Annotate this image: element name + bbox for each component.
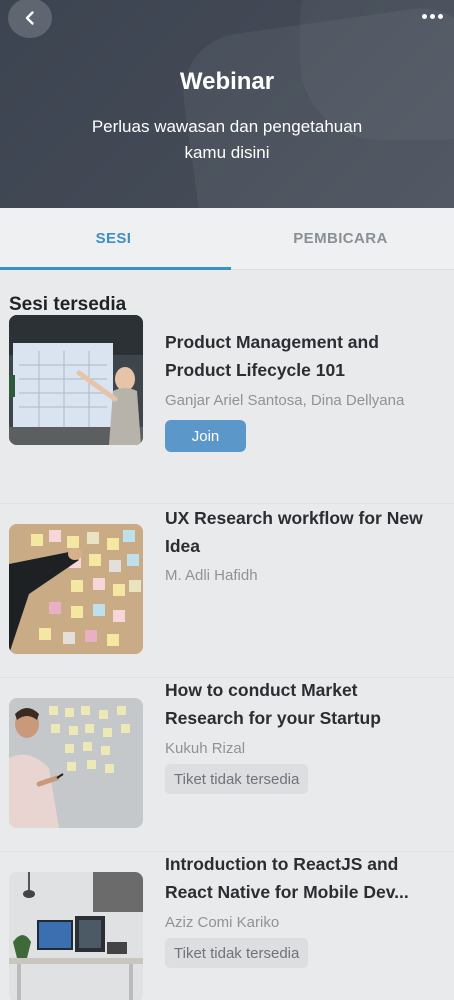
chevron-left-icon bbox=[25, 11, 34, 25]
subtitle-line: Perluas wawasan dan pengetahuan bbox=[91, 117, 363, 136]
back-button[interactable] bbox=[8, 0, 52, 38]
session-title-line: Introduction to ReactJS and bbox=[165, 854, 399, 874]
session-title-line: Idea bbox=[165, 536, 201, 556]
page-title: Webinar bbox=[179, 68, 275, 95]
session-title[interactable]: Introduction to ReactJS and React Native… bbox=[165, 850, 442, 906]
more-horizontal-icon bbox=[437, 13, 443, 19]
session-thumbnail bbox=[9, 315, 143, 445]
tab-pembicara[interactable]: PEMBICARA bbox=[227, 208, 454, 269]
session-card[interactable]: How to conduct Market Research for your … bbox=[0, 678, 454, 852]
join-button[interactable]: Join bbox=[165, 420, 246, 452]
session-thumbnail bbox=[9, 698, 143, 828]
subtitle-line: kamu disini bbox=[184, 143, 270, 162]
active-tab-indicator bbox=[0, 267, 231, 270]
session-card[interactable]: Product Management and Product Lifecycle… bbox=[0, 315, 454, 504]
ticket-unavailable-badge: Tiket tidak tersedia bbox=[165, 938, 309, 968]
session-thumbnail bbox=[9, 524, 143, 654]
session-title-line: UX Research workflow for New bbox=[165, 508, 423, 528]
more-horizontal-icon bbox=[421, 13, 427, 19]
session-card[interactable]: UX Research workflow for New Idea M. Adl… bbox=[0, 504, 454, 678]
session-title[interactable]: UX Research workflow for New Idea bbox=[165, 504, 442, 560]
session-title[interactable]: How to conduct Market Research for your … bbox=[165, 676, 442, 732]
session-card[interactable]: Introduction to ReactJS and React Native… bbox=[0, 852, 454, 1000]
session-title-line: How to conduct Market bbox=[165, 680, 358, 700]
tab-sesi[interactable]: SESI bbox=[0, 208, 227, 269]
session-speakers: M. Adli Hafidh bbox=[165, 567, 258, 584]
tab-bar: SESI PEMBICARA bbox=[0, 208, 454, 270]
more-options-button[interactable] bbox=[414, 6, 450, 26]
session-speakers: Ganjar Ariel Santosa, Dina Dellyana bbox=[165, 392, 405, 409]
header: Webinar Perluas wawasan dan pengetahuan … bbox=[0, 0, 454, 208]
session-title-line: Product Lifecycle 101 bbox=[165, 360, 345, 380]
session-speakers: Aziz Comi Kariko bbox=[165, 914, 280, 931]
session-title-line: React Native for Mobile Dev... bbox=[165, 882, 409, 902]
session-title[interactable]: Product Management and Product Lifecycle… bbox=[165, 328, 442, 384]
session-title-line: Product Management and bbox=[165, 332, 379, 352]
session-thumbnail bbox=[9, 872, 143, 1000]
ticket-unavailable-badge: Tiket tidak tersedia bbox=[165, 764, 309, 794]
page-subtitle: Perluas wawasan dan pengetahuan kamu dis… bbox=[60, 114, 394, 166]
more-horizontal-icon bbox=[429, 13, 435, 19]
session-speakers: Kukuh Rizal bbox=[165, 740, 246, 757]
session-title-line: Research for your Startup bbox=[165, 708, 381, 728]
webinar-screen: Webinar Perluas wawasan dan pengetahuan … bbox=[0, 0, 454, 1000]
